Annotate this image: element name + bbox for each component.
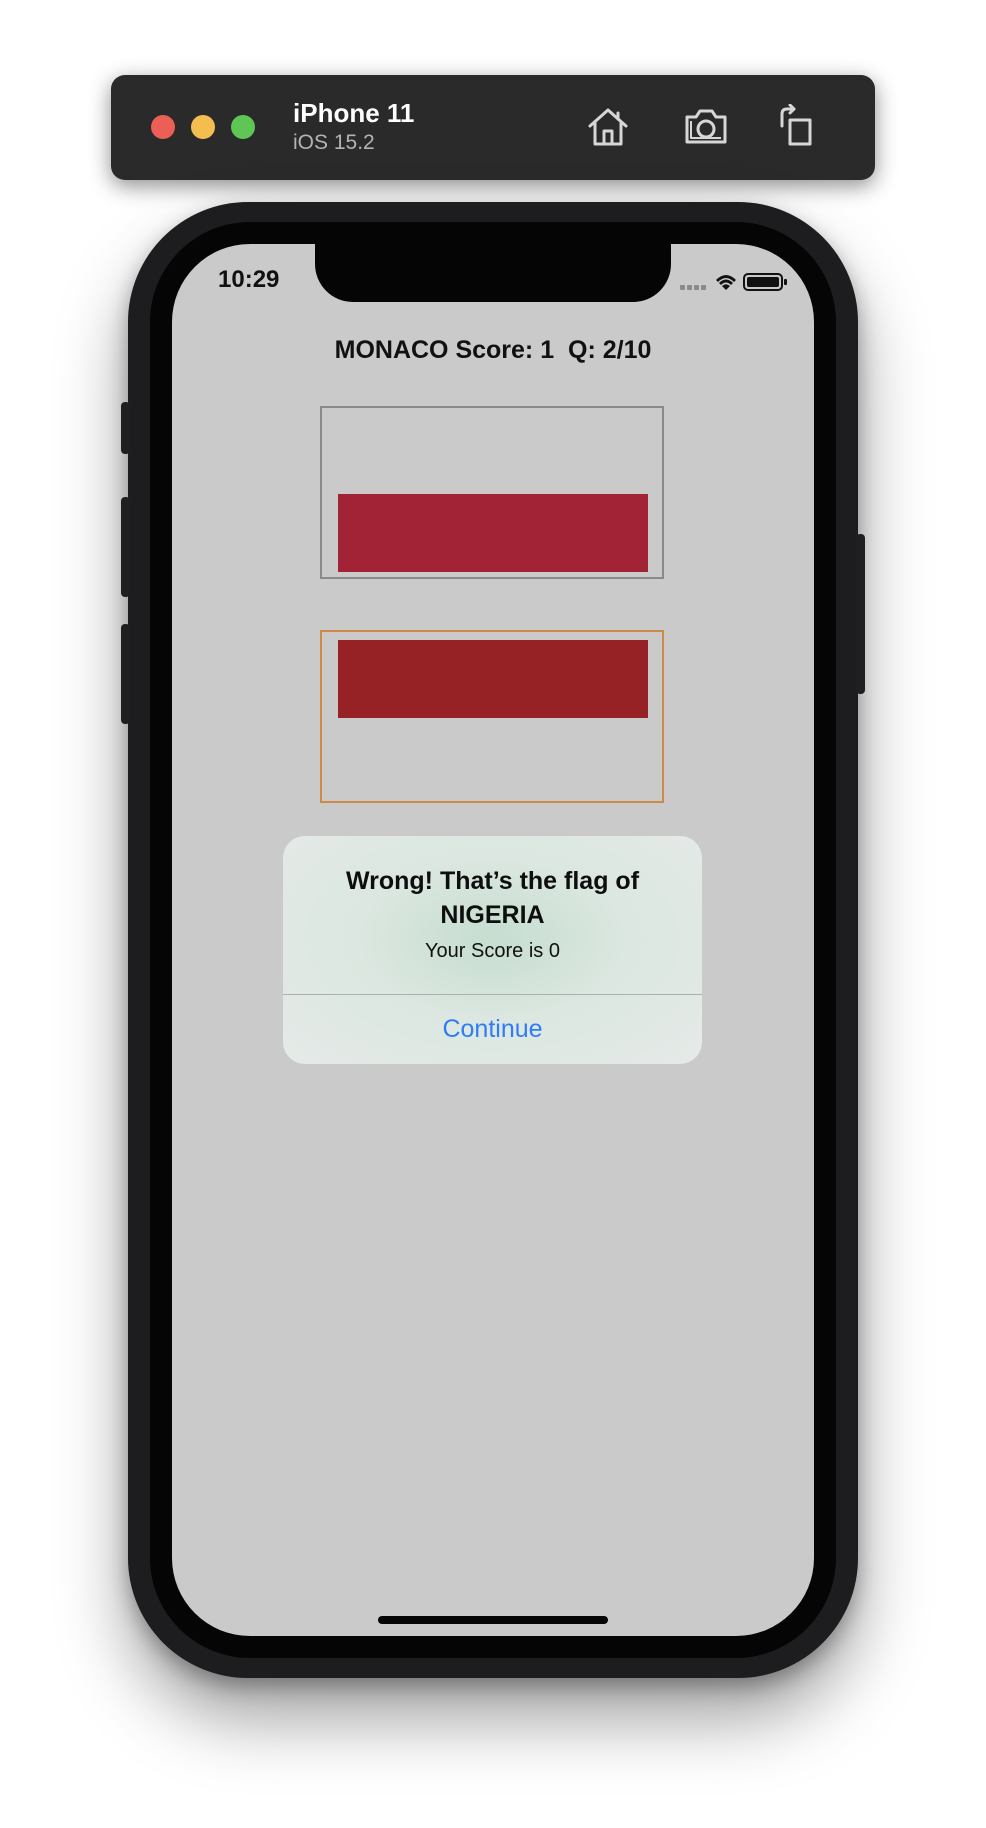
simulator-window: iPhone 11 iOS 15.2 10:29 MONACO Score: 1…: [0, 0, 986, 1828]
flag-red-band: [338, 640, 648, 718]
minimize-window-button[interactable]: [191, 115, 215, 139]
flag-option-2[interactable]: [320, 630, 664, 803]
status-icons: [680, 272, 790, 292]
status-time: 10:29: [218, 266, 280, 293]
power-button: [856, 534, 865, 694]
screenshot-icon[interactable]: [682, 104, 730, 148]
notch: [315, 244, 671, 302]
volume-up-button: [121, 497, 130, 597]
mute-switch: [121, 402, 130, 454]
battery-icon: [743, 273, 787, 291]
alert-title: Wrong! That’s the flag of NIGERIA: [345, 867, 640, 929]
alert-message: Your Score is 0: [425, 940, 560, 962]
quiz-header: MONACO Score: 1 Q: 2/10: [334, 336, 652, 364]
cellular-icon: [680, 285, 706, 290]
os-version: iOS 15.2: [293, 131, 375, 154]
flag-option-1[interactable]: [320, 406, 664, 579]
simulator-toolbar: [111, 75, 875, 180]
wifi-icon: [716, 275, 736, 290]
flag-red-band: [338, 494, 648, 572]
zoom-window-button[interactable]: [231, 115, 255, 139]
continue-button[interactable]: Continue: [283, 995, 702, 1064]
result-alert: Wrong! That’s the flag of NIGERIA Your S…: [283, 836, 702, 1064]
home-icon[interactable]: [584, 104, 632, 148]
phone-screen: 10:29 MONACO Score: 1 Q: 2/10 Wrong! Tha…: [172, 244, 814, 1636]
home-indicator[interactable]: [378, 1616, 608, 1624]
close-window-button[interactable]: [151, 115, 175, 139]
volume-down-button: [121, 624, 130, 724]
rotate-icon[interactable]: [772, 103, 820, 148]
device-name: iPhone 11: [293, 98, 415, 128]
